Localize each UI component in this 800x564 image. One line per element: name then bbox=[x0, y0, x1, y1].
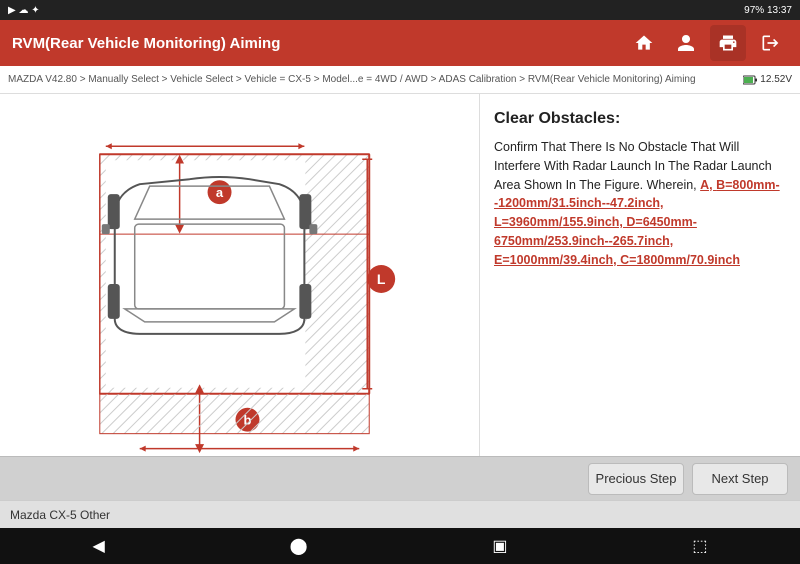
panel-body: Confirm That There Is No Obstacle That W… bbox=[494, 138, 786, 269]
home-nav-button[interactable]: ⬤ bbox=[290, 536, 308, 556]
header-title: RVM(Rear Vehicle Monitoring) Aiming bbox=[12, 35, 280, 52]
user-button[interactable] bbox=[668, 25, 704, 61]
battery-status: 97% 13:37 bbox=[744, 5, 792, 16]
exit-button[interactable] bbox=[752, 25, 788, 61]
previous-step-button[interactable]: Precious Step bbox=[588, 463, 684, 495]
next-step-button[interactable]: Next Step bbox=[692, 463, 788, 495]
header: RVM(Rear Vehicle Monitoring) Aiming bbox=[0, 20, 800, 66]
status-right: 97% 13:37 bbox=[744, 5, 792, 16]
home-button[interactable] bbox=[626, 25, 662, 61]
status-left: ▶ ☁ ✦ bbox=[8, 5, 40, 16]
android-nav-bar: ◀ ⬤ ▣ ⬚ bbox=[0, 528, 800, 564]
vehicle-info: Mazda CX-5 Other bbox=[10, 508, 110, 522]
vehicle-diagram: a b L bbox=[0, 94, 479, 456]
print-button[interactable] bbox=[710, 25, 746, 61]
back-button[interactable]: ◀ bbox=[92, 536, 104, 556]
battery-info: 12.52V bbox=[743, 74, 792, 85]
main-content: a b L bbox=[0, 94, 800, 456]
status-bar: ▶ ☁ ✦ 97% 13:37 bbox=[0, 0, 800, 20]
header-icons bbox=[626, 25, 788, 61]
diagram-panel: a b L bbox=[0, 94, 480, 456]
battery-voltage: 12.52V bbox=[760, 74, 792, 85]
recents-button[interactable]: ▣ bbox=[492, 536, 507, 556]
breadcrumb: MAZDA V42.80 > Manually Select > Vehicle… bbox=[0, 66, 800, 94]
panel-title: Clear Obstacles: bbox=[494, 110, 786, 128]
breadcrumb-text: MAZDA V42.80 > Manually Select > Vehicle… bbox=[8, 74, 696, 85]
highlight-a: A, bbox=[700, 178, 716, 192]
screenshot-button[interactable]: ⬚ bbox=[692, 536, 707, 556]
footer: Precious Step Next Step bbox=[0, 456, 800, 500]
text-panel: Clear Obstacles: Confirm That There Is N… bbox=[480, 94, 800, 456]
app-icons: ▶ ☁ ✦ bbox=[8, 5, 40, 16]
svg-text:a: a bbox=[216, 185, 224, 200]
svg-text:L: L bbox=[377, 271, 386, 287]
bottom-status-bar: Mazda CX-5 Other bbox=[0, 500, 800, 528]
